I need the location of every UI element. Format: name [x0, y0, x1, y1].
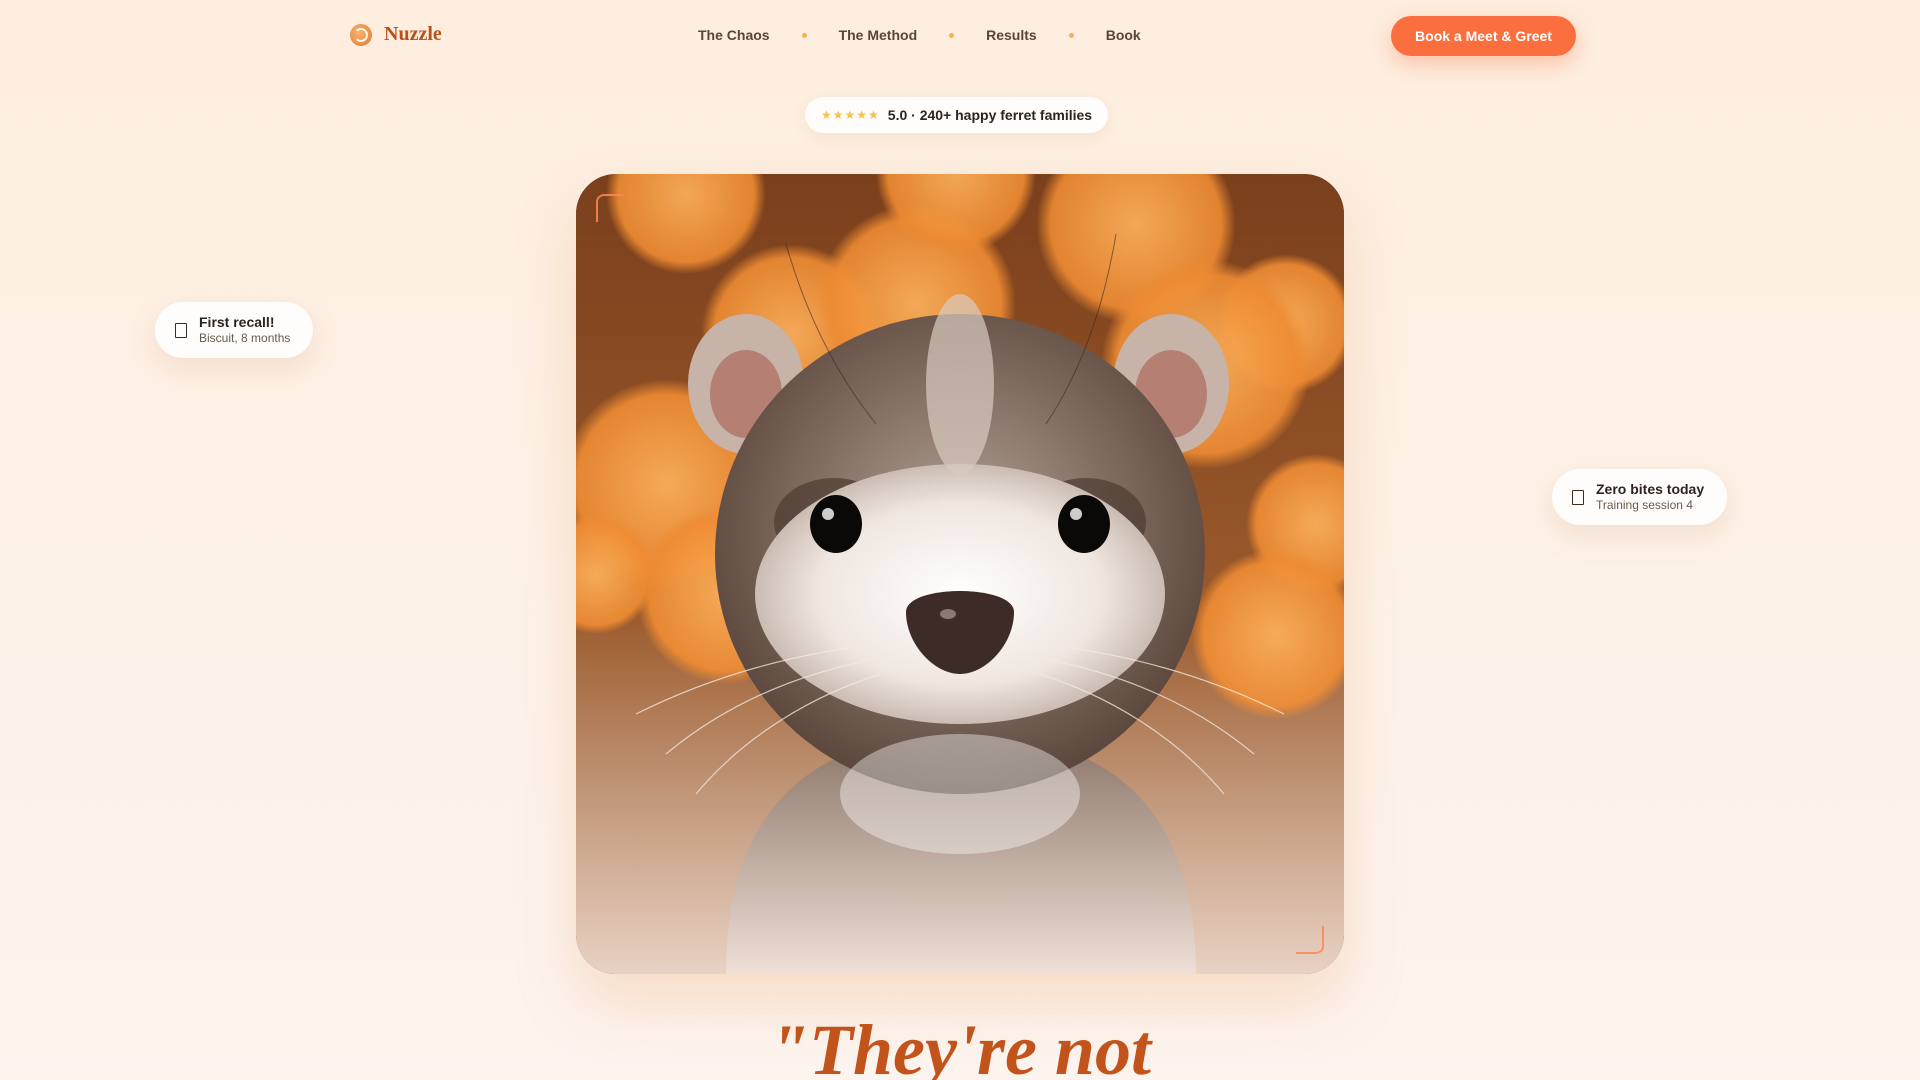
nav-links: The Chaos The Method Results Book	[698, 27, 1141, 43]
brand-name: Nuzzle	[384, 23, 442, 45]
zero-bites-card: Zero bites today Training session 4	[1552, 469, 1727, 525]
nav-link-results[interactable]: Results	[986, 27, 1037, 43]
hero-headline: "They're not	[769, 1010, 1151, 1080]
ferret-illustration	[576, 174, 1344, 974]
card-subtitle: Training session 4	[1596, 498, 1693, 512]
nav-link-the-method[interactable]: The Method	[839, 27, 918, 43]
rating-text: 5.0 · 240+ happy ferret families	[887, 107, 1093, 123]
card-title: First recall!	[199, 314, 275, 330]
nav-separator-dot	[1068, 32, 1074, 38]
first-recall-card: First recall! Biscuit, 8 months	[155, 302, 313, 358]
top-navigation: Nuzzle The Chaos The Method Results Book…	[0, 0, 1920, 72]
card-subtitle: Biscuit, 8 months	[199, 331, 291, 345]
star-rating-icon: ★★★★★	[821, 108, 880, 122]
nav-link-book[interactable]: Book	[1106, 27, 1141, 43]
frame-corner-top-left	[596, 194, 624, 222]
nav-separator-dot	[801, 32, 807, 38]
brand-logo[interactable]: Nuzzle	[350, 23, 442, 46]
book-meet-greet-button[interactable]: Book a Meet & Greet	[1391, 16, 1576, 56]
rating-badge: ★★★★★ 5.0 · 240+ happy ferret families	[805, 97, 1109, 133]
nav-link-the-chaos[interactable]: The Chaos	[698, 27, 770, 43]
nav-separator-dot	[949, 32, 955, 38]
note-icon	[1572, 489, 1584, 505]
ferret-portrait-photo	[576, 174, 1344, 974]
note-icon	[175, 322, 187, 338]
frame-corner-bottom-right	[1296, 926, 1324, 954]
spiral-logo-icon	[350, 23, 372, 46]
card-title: Zero bites today	[1596, 481, 1705, 497]
